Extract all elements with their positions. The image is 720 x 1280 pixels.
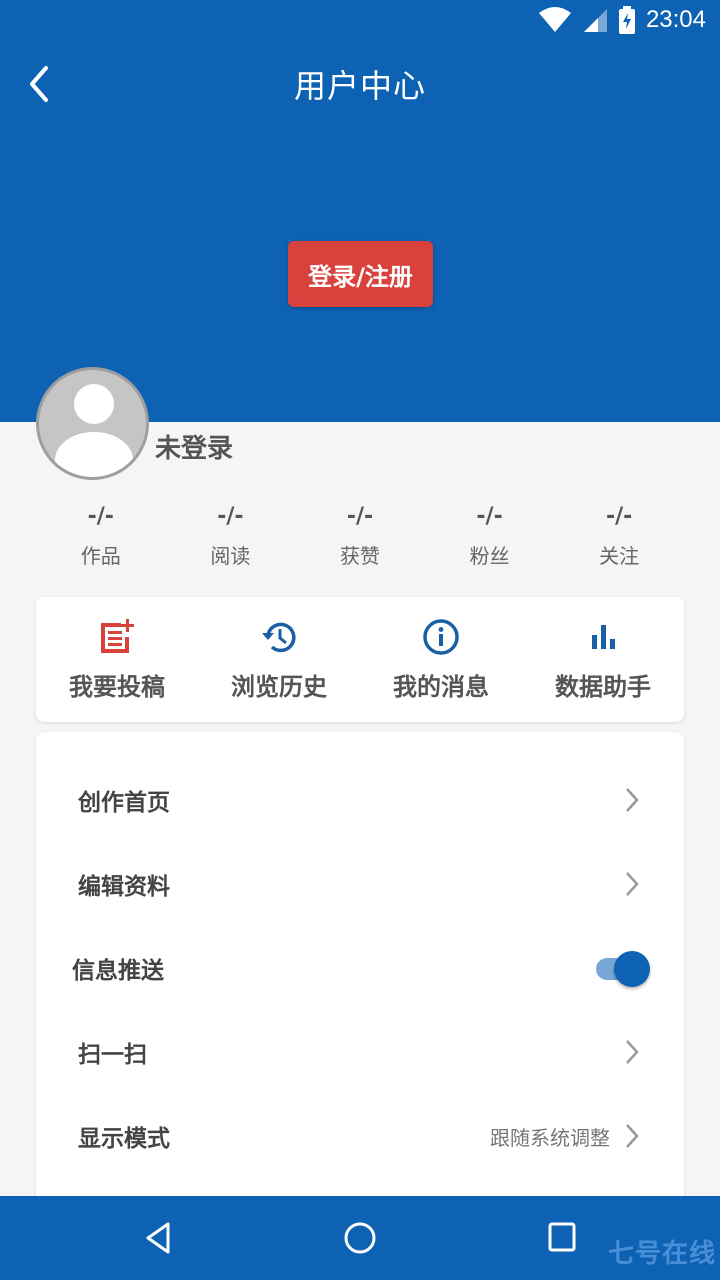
bar-chart-icon xyxy=(592,625,615,649)
history-icon xyxy=(262,622,296,653)
stat-reads[interactable]: -/- 阅读 xyxy=(166,500,296,569)
menu-item-label: 信息推送 xyxy=(72,958,164,984)
watermark: 七号在线 xyxy=(607,1239,716,1269)
quick-action-label: 浏览历史 xyxy=(231,673,327,701)
quick-action-data-assistant[interactable]: 数据助手 xyxy=(522,597,684,722)
profile-stats: -/- 作品 -/- 阅读 -/- 获赞 -/- 粉丝 -/- 关注 xyxy=(36,500,684,569)
menu-item-edit-profile[interactable]: 编辑资料 xyxy=(36,842,684,926)
menu-item-label: 创作首页 xyxy=(78,790,170,816)
back-triangle-icon[interactable] xyxy=(138,1216,182,1260)
recents-square-icon[interactable] xyxy=(540,1216,584,1260)
stat-value: -/- xyxy=(346,504,374,529)
status-time: 23:04 xyxy=(645,6,706,33)
menu-item-label: 扫一扫 xyxy=(78,1042,147,1068)
page-title: 用户中心 xyxy=(293,67,426,105)
display-mode-value: 跟随系统调整 xyxy=(490,1125,610,1150)
quick-action-submit-post[interactable]: 我要投稿 xyxy=(36,597,198,722)
chevron-right-icon xyxy=(626,872,639,896)
system-nav-bar: 七号在线 xyxy=(0,1196,720,1280)
info-icon xyxy=(423,619,459,655)
push-notifications-toggle[interactable] xyxy=(594,950,652,987)
quick-action-messages[interactable]: 我的消息 xyxy=(360,597,522,722)
stat-value: -/- xyxy=(87,504,114,529)
stat-value: -/- xyxy=(476,504,503,529)
back-button[interactable] xyxy=(22,64,58,104)
menu-item-scan[interactable]: 扫一扫 xyxy=(36,1010,684,1094)
wifi-icon xyxy=(538,7,571,32)
quick-actions-card: 我要投稿 浏览历史 我的消息 数据助手 xyxy=(36,597,684,722)
stat-value: -/- xyxy=(217,504,244,529)
stat-label: 获赞 xyxy=(339,544,380,568)
signal-icon xyxy=(583,9,607,32)
default-avatar-icon xyxy=(74,384,114,424)
menu-item-creator-home[interactable]: 创作首页 xyxy=(36,758,684,842)
login-register-button[interactable]: 登录/注册 xyxy=(288,241,433,307)
menu-item-push-notifications: 信息推送 xyxy=(36,926,684,1010)
status-bar: 23:04 xyxy=(0,0,720,40)
battery-charging-icon xyxy=(618,6,635,34)
post-add-icon xyxy=(101,619,134,653)
stat-label: 阅读 xyxy=(210,544,251,568)
stat-label: 粉丝 xyxy=(469,544,510,568)
menu-item-label: 编辑资料 xyxy=(78,874,170,900)
quick-action-label: 我的消息 xyxy=(393,673,489,701)
stat-works[interactable]: -/- 作品 xyxy=(36,500,166,569)
quick-action-history[interactable]: 浏览历史 xyxy=(198,597,360,722)
stat-following[interactable]: -/- 关注 xyxy=(554,500,684,569)
menu-item-display-mode[interactable]: 显示模式 跟随系统调整 xyxy=(36,1094,684,1178)
chevron-right-icon xyxy=(626,1124,639,1148)
menu-item-label: 显示模式 xyxy=(78,1126,170,1152)
quick-action-label: 数据助手 xyxy=(555,673,651,701)
avatar[interactable] xyxy=(36,367,149,480)
home-circle-icon[interactable] xyxy=(338,1216,382,1260)
chevron-right-icon xyxy=(626,1040,639,1064)
settings-menu-card: 创作首页 编辑资料 信息推送 扫一扫 显示模式 跟随系统调整 xyxy=(36,732,684,1202)
stat-label: 关注 xyxy=(599,544,640,568)
top-app-bar: 用户中心 xyxy=(0,40,720,128)
stat-likes[interactable]: -/- 获赞 xyxy=(295,500,425,569)
quick-action-label: 我要投稿 xyxy=(69,673,165,701)
username: 未登录 xyxy=(155,434,234,464)
stat-value: -/- xyxy=(606,504,633,529)
chevron-right-icon xyxy=(626,788,639,812)
stat-fans[interactable]: -/- 粉丝 xyxy=(425,500,555,569)
stat-label: 作品 xyxy=(80,544,121,568)
